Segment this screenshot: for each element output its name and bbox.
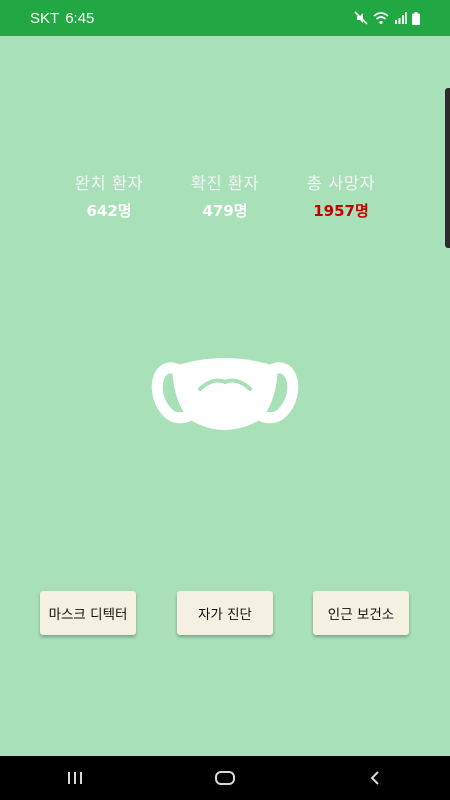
- scroll-handle[interactable]: [445, 88, 450, 248]
- signal-icon: [394, 12, 407, 24]
- navigation-bar: [0, 756, 450, 800]
- status-left: SKT 6:45: [30, 10, 94, 27]
- mask-icon: [150, 355, 300, 435]
- home-icon[interactable]: [195, 756, 255, 800]
- carrier-label: SKT: [30, 9, 60, 27]
- battery-icon: [412, 11, 420, 25]
- deaths-value: 1957명: [313, 202, 369, 220]
- confirmed-label: 확진 환자: [190, 174, 260, 193]
- deaths-label: 총 사망자: [306, 174, 376, 193]
- nearby-clinic-button[interactable]: 인근 보건소: [313, 591, 409, 635]
- wifi-icon: [373, 11, 389, 25]
- confirmed-value: 479명: [202, 202, 248, 220]
- confirmed-stat: 확진 환자 479명: [160, 170, 290, 221]
- recent-apps-icon[interactable]: [45, 756, 105, 800]
- recovered-value: 642명: [86, 202, 132, 220]
- deaths-stat: 총 사망자 1957명: [276, 170, 406, 221]
- mask-detector-button[interactable]: 마스크 디텍터: [40, 591, 136, 635]
- self-diagnosis-button[interactable]: 자가 진단: [177, 591, 273, 635]
- status-icons: [354, 11, 420, 25]
- back-icon[interactable]: [345, 756, 405, 800]
- recovered-label: 완치 환자: [74, 174, 144, 193]
- status-bar: SKT 6:45: [0, 0, 450, 36]
- clock-label: 6:45: [65, 9, 95, 27]
- recovered-stat: 완치 환자 642명: [44, 170, 174, 221]
- mute-icon: [354, 11, 368, 25]
